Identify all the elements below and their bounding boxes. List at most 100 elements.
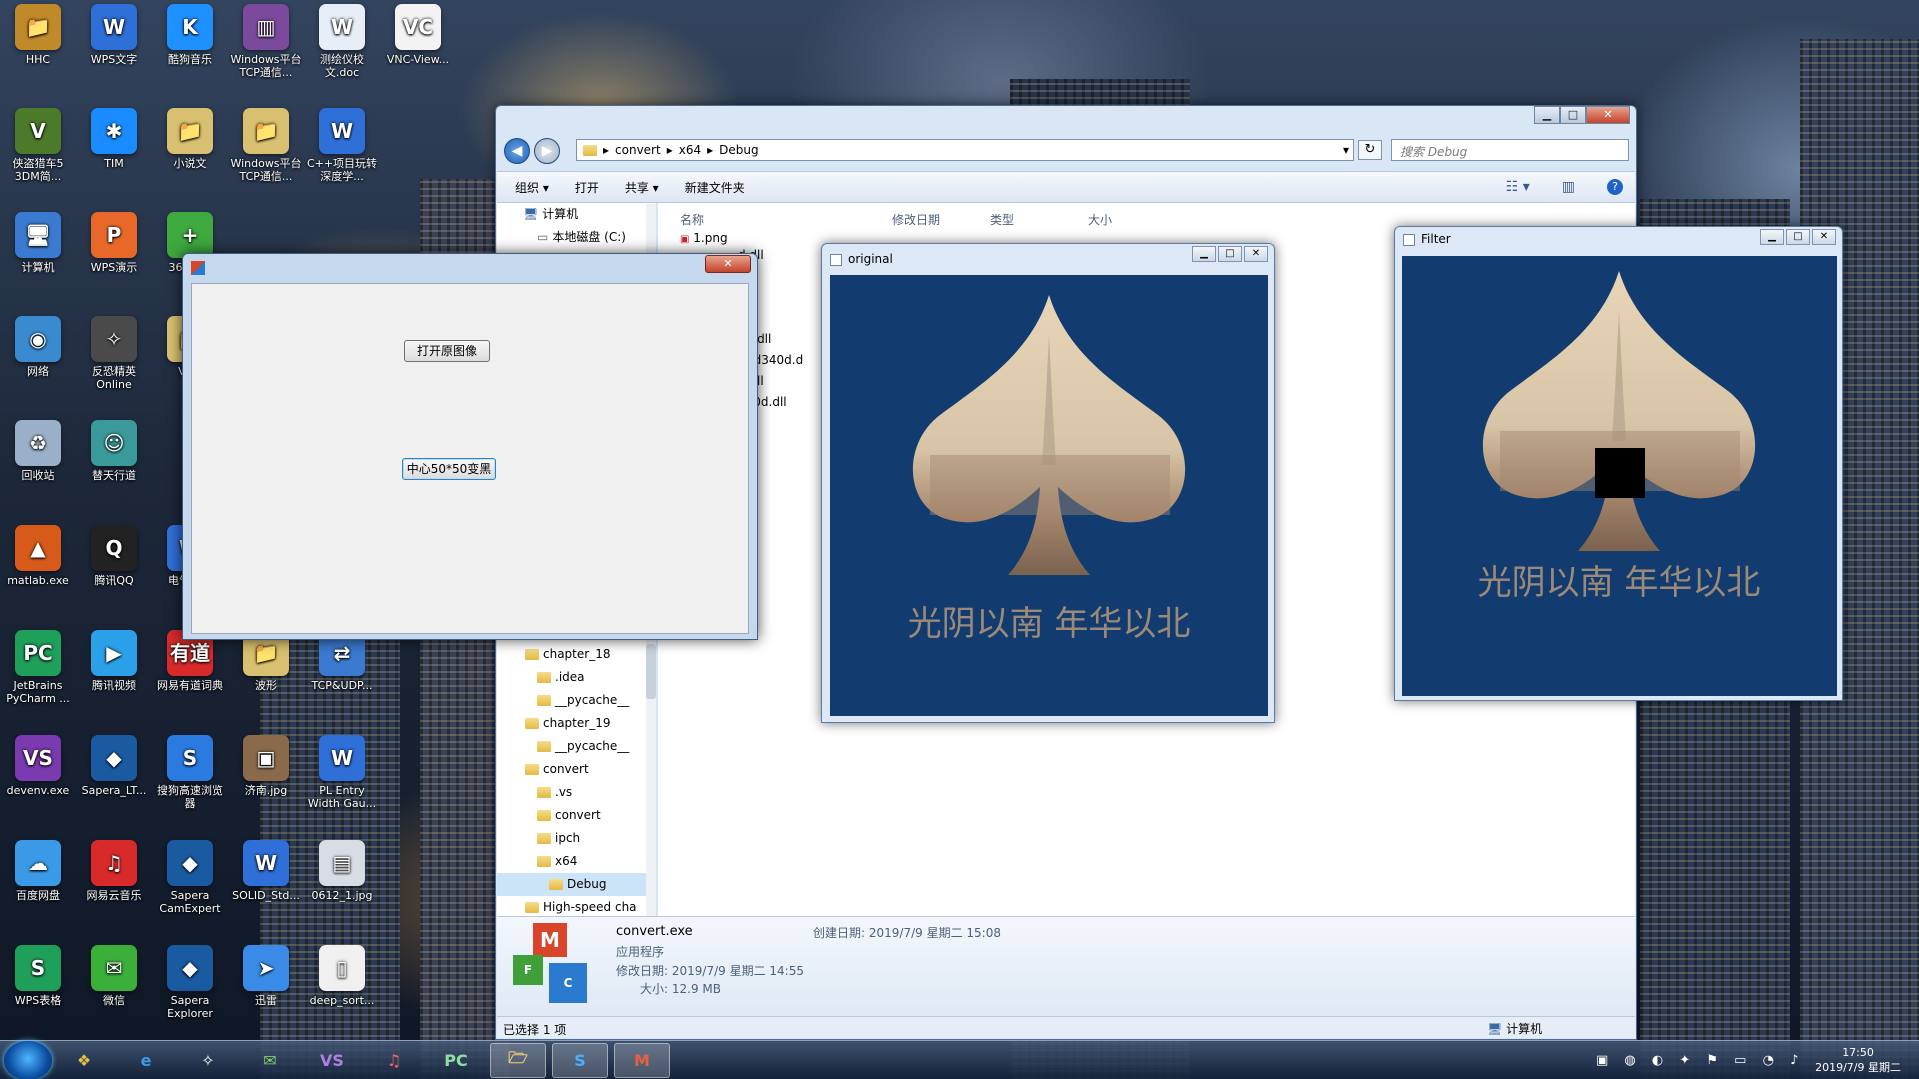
desktop-icon[interactable]: K 酷狗音乐 xyxy=(152,4,228,66)
desktop-icon[interactable]: W C++项目玩转深度学... xyxy=(304,108,380,183)
forward-arrow-icon[interactable]: ▶ xyxy=(534,138,560,164)
desktop-icon[interactable]: VS devenv.exe xyxy=(0,735,76,797)
blacken-center-button[interactable]: 中心50*50变黑 xyxy=(402,458,496,480)
desktop-icon[interactable]: ☺ 替天行道 xyxy=(76,420,152,482)
ie-icon[interactable]: e xyxy=(118,1043,174,1078)
pycharm-icon[interactable]: PC xyxy=(428,1043,484,1078)
system-tray-icons[interactable]: ▣ ◍ ◐ ✦ ⚑ ▭ ◔ ♪ xyxy=(1596,1053,1804,1068)
column-type[interactable]: 类型 xyxy=(990,211,1014,228)
tree-item[interactable]: __pycache__ xyxy=(497,689,647,712)
cs-online-icon[interactable]: ✧ xyxy=(180,1043,236,1078)
refresh-icon[interactable]: ↻ xyxy=(1358,140,1382,160)
address-bar[interactable]: ▸ convert ▸ x64 ▸ Debug ▾ xyxy=(576,139,1354,161)
filter-image-window[interactable]: Filter ▁ □ ✕ 光阴以南 年华以北 xyxy=(1394,226,1843,701)
explorer-taskbar-icon[interactable]: 🗁 xyxy=(490,1043,546,1078)
desktop-icon[interactable]: ✧ 反恐精英 Online xyxy=(76,316,152,391)
desktop-icon[interactable]: ▶ 腾讯视频 xyxy=(76,630,152,692)
tree-item[interactable]: ipch xyxy=(497,827,647,850)
desktop-icon[interactable]: V 侠盗猎车5 3DM简... xyxy=(0,108,76,183)
desktop-icon[interactable]: P WPS演示 xyxy=(76,212,152,274)
desktop-icon[interactable]: ▥ Windows平台TCP通信... xyxy=(228,4,304,79)
desktop-icon[interactable]: PC JetBrains PyCharm ... xyxy=(0,630,76,705)
column-date[interactable]: 修改日期 xyxy=(892,211,940,228)
desktop-icon[interactable]: ▤ 0612_1.jpg xyxy=(304,840,380,902)
desktop-icon[interactable]: 📁 HHC xyxy=(0,4,76,66)
desktop-icon[interactable]: ♫ 网易云音乐 xyxy=(76,840,152,902)
minimize-button[interactable]: ▁ xyxy=(1760,229,1784,245)
tree-item[interactable]: x64 xyxy=(497,850,647,873)
desktop-icon[interactable]: ✱ TIM xyxy=(76,108,152,170)
desktop-icon[interactable]: W SOLID_Std... xyxy=(228,840,304,902)
open-button[interactable]: 打开 xyxy=(575,179,599,196)
tree-item[interactable]: .idea xyxy=(497,666,647,689)
maximize-button[interactable]: □ xyxy=(1218,246,1242,262)
new-folder-button[interactable]: 新建文件夹 xyxy=(685,179,745,196)
scrollbar-thumb[interactable] xyxy=(646,644,656,699)
desktop-icon[interactable]: ➤ 迅雷 xyxy=(228,945,304,1007)
desktop-icon-label: 侠盗猎车5 3DM简... xyxy=(12,157,64,183)
desktop-icon[interactable]: VC VNC-View... xyxy=(380,4,456,66)
close-button[interactable]: ✕ xyxy=(1586,106,1630,124)
desktop-icon[interactable]: ▲ matlab.exe xyxy=(0,525,76,587)
desktop-icon[interactable]: W WPS文字 xyxy=(76,4,152,66)
desktop-icon[interactable]: ◆ Sapera_LT... xyxy=(76,735,152,797)
sogou-browser-icon[interactable]: S xyxy=(552,1043,608,1078)
help-icon[interactable]: ? xyxy=(1607,179,1623,195)
netease-music-icon[interactable]: ♫ xyxy=(366,1043,422,1078)
tree-item-local-disk[interactable]: ▭ 本地磁盘 (C:) xyxy=(497,226,656,249)
start-button[interactable] xyxy=(4,1041,52,1079)
desktop-icon[interactable]: 📁 Windows平台TCP通信... xyxy=(228,108,304,183)
preview-pane-icon[interactable]: ▥ xyxy=(1562,179,1575,195)
desktop-icon[interactable]: ◆ Sapera Explorer xyxy=(152,945,228,1020)
maximize-button[interactable]: □ xyxy=(1560,106,1586,124)
desktop-icon[interactable]: ◆ Sapera CamExpert xyxy=(152,840,228,915)
wechat-icon[interactable]: ✉ xyxy=(242,1043,298,1078)
minimize-button[interactable]: ▁ xyxy=(1534,106,1560,124)
desktop-icon[interactable]: ◉ 网络 xyxy=(0,316,76,378)
desktop-icon[interactable]: ▣ 济南.jpg xyxy=(228,735,304,797)
breadcrumb-x64[interactable]: x64 xyxy=(679,143,701,157)
tree-item[interactable]: chapter_18 xyxy=(497,643,647,666)
tree-item[interactable]: convert xyxy=(497,804,647,827)
mfc-app-taskbar-icon[interactable]: M xyxy=(614,1043,670,1078)
minimize-button[interactable]: ▁ xyxy=(1192,246,1216,262)
column-size[interactable]: 大小 xyxy=(1088,211,1112,228)
mfc-dialog-window[interactable]: ✕ 打开原图像 中心50*50变黑 xyxy=(182,253,758,640)
desktop-icon[interactable]: Q 腾讯QQ xyxy=(76,525,152,587)
file-row[interactable]: ▣ 1.png xyxy=(680,231,728,245)
desktop-icon[interactable]: 🖥 计算机 xyxy=(0,212,76,274)
maximize-button[interactable]: □ xyxy=(1786,229,1810,245)
original-image-window[interactable]: original ▁ □ ✕ 光阴以南 年华以北 xyxy=(821,243,1275,723)
breadcrumb-debug[interactable]: Debug xyxy=(719,143,758,157)
close-button[interactable]: ✕ xyxy=(1812,229,1836,245)
search-input[interactable]: 搜索 Debug xyxy=(1391,139,1629,161)
desktop-icon[interactable]: ♻ 回收站 xyxy=(0,420,76,482)
desktop-icon[interactable]: 📁 小说文 xyxy=(152,108,228,170)
view-options-icon[interactable]: ☷ ▾ xyxy=(1506,179,1530,195)
desktop-icon[interactable]: S 搜狗高速浏览器 xyxy=(152,735,228,810)
desktop-icon[interactable]: W PL Entry Width Gau... xyxy=(304,735,380,810)
column-name[interactable]: 名称 xyxy=(680,211,704,228)
back-arrow-icon[interactable]: ◀ xyxy=(504,138,530,164)
visual-studio-icon[interactable]: VS xyxy=(304,1043,360,1078)
pinned-app-icon[interactable]: ❖ xyxy=(56,1043,112,1078)
tree-item[interactable]: convert xyxy=(497,758,647,781)
tree-item[interactable]: __pycache__ xyxy=(497,735,647,758)
desktop-icon[interactable]: ✉ 微信 xyxy=(76,945,152,1007)
breadcrumb-convert[interactable]: convert xyxy=(615,143,661,157)
organize-menu[interactable]: 组织 ▾ xyxy=(515,179,549,196)
close-button[interactable]: ✕ xyxy=(1244,246,1268,262)
tree-item-selected[interactable]: Debug xyxy=(497,873,647,896)
system-clock[interactable]: 17:50 2019/7/9 星期二 xyxy=(1815,1045,1901,1075)
close-button[interactable]: ✕ xyxy=(705,255,751,273)
open-image-button[interactable]: 打开原图像 xyxy=(404,340,490,362)
desktop-icon[interactable]: ☁ 百度网盘 xyxy=(0,840,76,902)
desktop-icon[interactable]: S WPS表格 xyxy=(0,945,76,1007)
share-menu[interactable]: 共享 ▾ xyxy=(625,179,659,196)
chevron-down-icon[interactable]: ▾ xyxy=(1343,143,1353,157)
tree-item-computer[interactable]: 🖥 计算机 xyxy=(497,203,656,226)
tree-item[interactable]: .vs xyxy=(497,781,647,804)
desktop-icon[interactable]: ▯ deep_sort... xyxy=(304,945,380,1007)
tree-item[interactable]: chapter_19 xyxy=(497,712,647,735)
desktop-icon[interactable]: W 测绘仪校文.doc xyxy=(304,4,380,79)
